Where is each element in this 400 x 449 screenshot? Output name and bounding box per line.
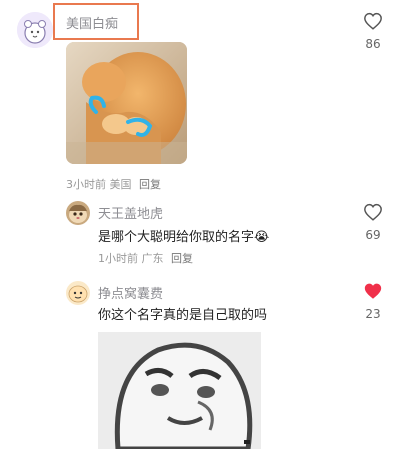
comment-location: 广东 [141,252,164,265]
avatar[interactable] [17,12,53,48]
crying-emoji-icon: 😭 [254,230,270,245]
comment-location: 美国 [109,178,132,191]
heart-icon [364,12,382,30]
like-button[interactable]: 23 [358,282,388,321]
heart-icon [364,203,382,221]
comment-body: 是哪个大聪明给你取的名字 [98,230,255,245]
comment-sticker-image[interactable] [98,332,261,449]
avatar[interactable] [66,281,90,305]
reply-button[interactable]: 回复 [139,178,161,191]
comment-username[interactable]: 挣点窝囊费 [98,283,163,302]
comment-username[interactable]: 天王盖地虎 [98,203,163,222]
like-button[interactable]: 86 [358,12,388,51]
comment-image[interactable] [66,42,187,164]
comment-meta: 1小时前 广东 回复 [98,250,193,266]
comment-text: 是哪个大聪明给你取的名字😭 [98,226,269,245]
heart-filled-icon [364,283,382,299]
like-count: 86 [365,37,381,51]
avatar[interactable] [66,201,90,225]
reply-button[interactable]: 回复 [171,252,193,265]
like-button[interactable]: 69 [358,203,388,242]
comment-time: 1小时前 [98,252,138,265]
comment-time: 3小时前 [66,178,106,191]
comment-text: 你这个名字真的是自己取的吗 [98,308,268,323]
like-count: 23 [365,307,381,321]
comment-username[interactable]: 美国白痴 [66,13,118,32]
like-count: 69 [365,228,381,242]
comment-meta: 3小时前 美国 回复 [66,176,161,192]
